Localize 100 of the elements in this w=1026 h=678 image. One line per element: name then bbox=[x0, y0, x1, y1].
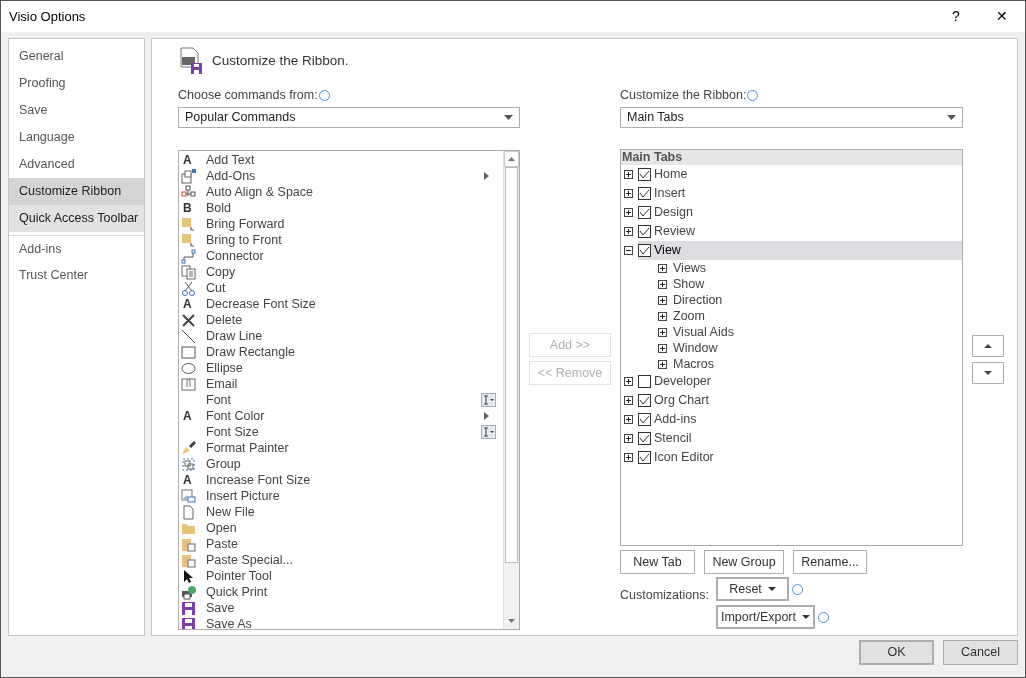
letter-icon: A bbox=[181, 471, 192, 489]
expand-icon[interactable] bbox=[658, 263, 667, 273]
ellipse-icon bbox=[181, 360, 196, 376]
scroll-thumb[interactable] bbox=[505, 167, 518, 563]
paperclip-icon bbox=[181, 376, 196, 392]
sidebar-item[interactable]: Customize Ribbon bbox=[9, 178, 144, 205]
expand-icon[interactable] bbox=[658, 343, 667, 353]
delete-icon bbox=[181, 312, 196, 328]
letter-icon: A bbox=[181, 407, 192, 425]
sidebar-item[interactable]: Quick Access Toolbar bbox=[9, 205, 144, 232]
field-label: Choose commands from: bbox=[178, 86, 318, 104]
checkbox[interactable] bbox=[638, 451, 651, 464]
dropdown-arrow-icon bbox=[947, 115, 956, 120]
window-title: Visio Options bbox=[8, 7, 86, 26]
expand-icon[interactable] bbox=[624, 415, 633, 424]
expand-icon[interactable] bbox=[624, 453, 633, 462]
tree-item[interactable]: Stencil bbox=[638, 429, 962, 448]
close-button[interactable]: ✕ bbox=[979, 1, 1025, 32]
dropdown-arrow-icon bbox=[504, 115, 513, 120]
tree-item-label: Stencil bbox=[654, 430, 692, 448]
letter-icon: A bbox=[181, 151, 192, 169]
tree-item[interactable]: Org Chart bbox=[638, 391, 962, 410]
tree-action-button[interactable]: New Group bbox=[704, 550, 784, 574]
checkbox[interactable] bbox=[638, 206, 651, 219]
bring-forward-icon bbox=[181, 232, 196, 248]
scroll-up-button[interactable] bbox=[504, 151, 519, 167]
ribbon-dropdown[interactable]: Main Tabs bbox=[620, 107, 963, 128]
checkbox[interactable] bbox=[638, 225, 651, 238]
help-button[interactable]: ? bbox=[933, 1, 979, 32]
sidebar-item[interactable]: Advanced bbox=[9, 151, 144, 178]
checkbox[interactable] bbox=[638, 394, 651, 407]
dialog-button[interactable]: Cancel bbox=[943, 640, 1018, 665]
caret-icon bbox=[767, 587, 776, 591]
commands-dropdown[interactable]: Popular Commands bbox=[178, 107, 520, 128]
checkbox[interactable] bbox=[638, 432, 651, 445]
tree-item[interactable]: Home bbox=[638, 165, 962, 184]
checkbox[interactable] bbox=[638, 168, 651, 181]
line-icon bbox=[181, 328, 196, 344]
tree-item[interactable]: Add-ins bbox=[638, 410, 962, 429]
expand-icon[interactable] bbox=[658, 359, 667, 369]
tree-item[interactable]: Insert bbox=[638, 184, 962, 203]
expand-icon[interactable] bbox=[658, 279, 667, 289]
move-down-button[interactable] bbox=[972, 362, 1004, 384]
sidebar-item[interactable]: Trust Center bbox=[9, 262, 144, 289]
save-icon bbox=[181, 616, 196, 629]
tree-item-label: Developer bbox=[654, 373, 711, 391]
import-export-button[interactable]: Import/Export bbox=[716, 605, 815, 629]
tree-action-button[interactable]: New Tab bbox=[620, 550, 695, 574]
tree-item[interactable]: Design bbox=[638, 203, 962, 222]
expand-icon[interactable] bbox=[624, 377, 633, 386]
up-arrow-icon bbox=[508, 157, 515, 161]
paintbrush-icon bbox=[181, 440, 196, 456]
connector-icon bbox=[181, 248, 196, 264]
letter-icon: B bbox=[181, 199, 192, 217]
dropdown-value: Popular Commands bbox=[185, 109, 297, 127]
scrollbar[interactable] bbox=[503, 151, 519, 629]
dropdown-value: Main Tabs bbox=[627, 109, 685, 127]
expand-icon[interactable] bbox=[658, 295, 667, 305]
field-label: Customize the Ribbon: bbox=[620, 86, 747, 104]
tree-item-label: Icon Editor bbox=[654, 449, 714, 467]
scissors-icon bbox=[181, 280, 196, 296]
checkbox[interactable] bbox=[638, 244, 651, 257]
sidebar-item[interactable]: Add-ins bbox=[9, 235, 144, 262]
reset-button[interactable]: Reset bbox=[716, 577, 789, 601]
tree-item[interactable]: Icon Editor bbox=[638, 448, 962, 467]
letter-icon: A bbox=[181, 295, 192, 313]
expand-icon[interactable] bbox=[658, 327, 667, 337]
tree-item-label: Review bbox=[654, 223, 695, 241]
customizations-label: Customizations: bbox=[620, 587, 710, 604]
clipboard-icon bbox=[181, 552, 196, 568]
sidebar-item[interactable]: General bbox=[9, 43, 144, 70]
section-heading: Customize the Ribbon. bbox=[212, 51, 349, 70]
save-icon bbox=[181, 600, 196, 616]
tree-item[interactable]: View bbox=[638, 241, 962, 260]
expand-icon[interactable] bbox=[658, 311, 667, 321]
tree-action-button[interactable]: Rename... bbox=[793, 550, 867, 574]
tree-item[interactable]: Developer bbox=[638, 372, 962, 391]
collapse-icon[interactable] bbox=[624, 246, 633, 255]
expand-icon[interactable] bbox=[624, 170, 633, 179]
expand-icon[interactable] bbox=[624, 434, 633, 443]
expand-icon[interactable] bbox=[624, 189, 633, 198]
sidebar-item[interactable]: Language bbox=[9, 124, 144, 151]
expand-icon[interactable] bbox=[624, 396, 633, 405]
quick-print-icon bbox=[181, 584, 196, 600]
add-ons-icon bbox=[181, 168, 196, 184]
checkbox[interactable] bbox=[638, 413, 651, 426]
clipboard-icon bbox=[181, 536, 196, 552]
tree-header: Main Tabs bbox=[621, 150, 962, 165]
sidebar-item[interactable]: Save bbox=[9, 97, 144, 124]
dialog-button[interactable]: OK bbox=[859, 640, 934, 665]
sidebar-item[interactable]: Proofing bbox=[9, 70, 144, 97]
expand-icon[interactable] bbox=[624, 227, 633, 236]
tree-item[interactable]: Review bbox=[638, 222, 962, 241]
insert-picture-icon bbox=[181, 488, 196, 504]
expand-icon[interactable] bbox=[624, 208, 633, 217]
group-icon bbox=[181, 456, 196, 472]
checkbox[interactable] bbox=[638, 375, 651, 388]
tree-item-label: Home bbox=[654, 166, 688, 184]
checkbox[interactable] bbox=[638, 187, 651, 200]
move-up-button[interactable] bbox=[972, 335, 1004, 357]
